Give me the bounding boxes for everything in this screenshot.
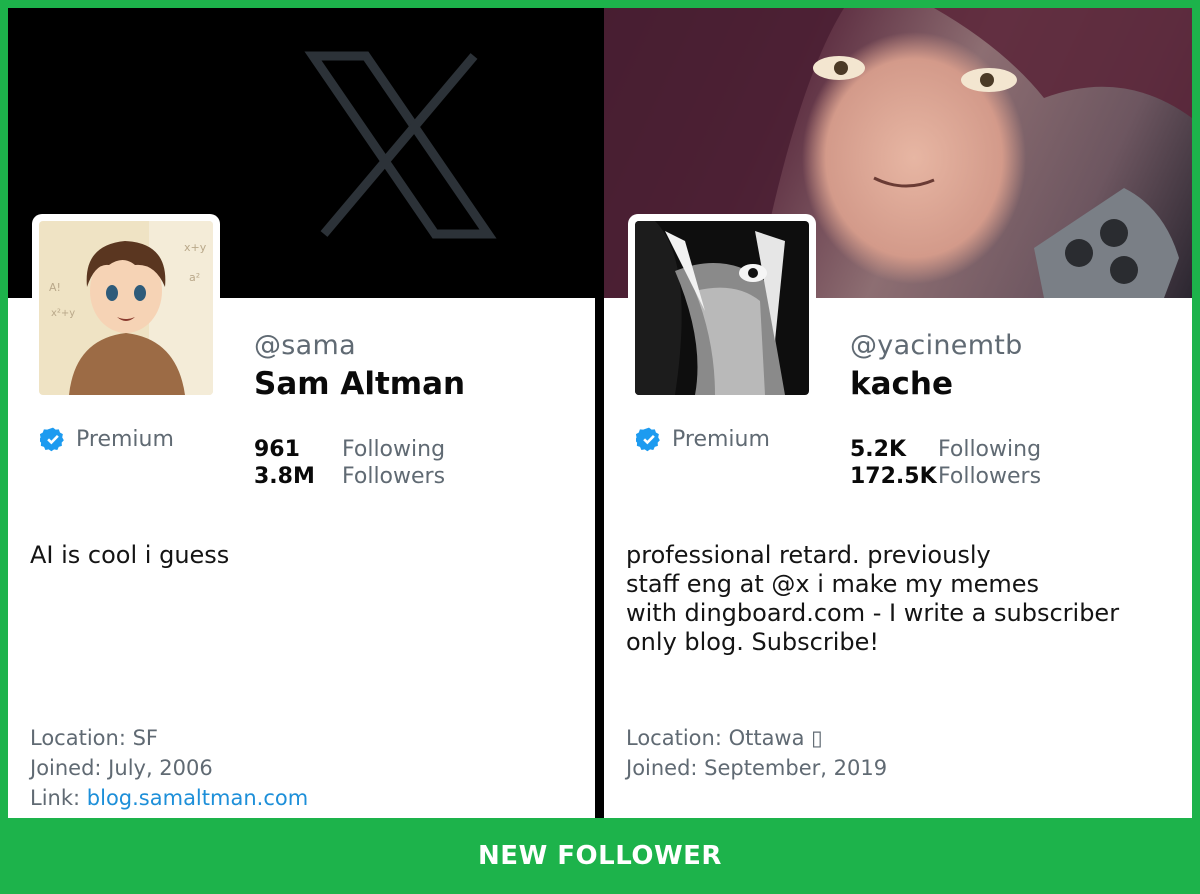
svg-text:x²+y: x²+y xyxy=(51,308,75,319)
following-label: Following xyxy=(938,437,1042,462)
bio-line: only blog. Subscribe! xyxy=(626,628,880,656)
profile-stats: 961 Following 3.8M Followers xyxy=(254,436,445,490)
following-label: Following xyxy=(342,437,446,462)
bio-line: staff eng at @x i make my memes xyxy=(626,570,1040,598)
profile-stats: 5.2K Following 172.5K Followers xyxy=(850,436,1041,490)
verified-badge-icon xyxy=(40,427,64,452)
followers-stat[interactable]: 3.8M Followers xyxy=(254,463,445,490)
svg-text:a²: a² xyxy=(189,271,200,284)
profile-meta: Location: Ottawa ▯ Joined: September, 20… xyxy=(626,723,887,783)
new-follower-banner: NEW FOLLOWER xyxy=(478,841,722,871)
avatar-image: x+y a² A! x²+y xyxy=(39,221,213,395)
followers-label: Followers xyxy=(938,464,1042,489)
followers-count: 172.5K xyxy=(850,464,937,489)
profile-location: Location: SF xyxy=(30,726,158,750)
following-stat[interactable]: 961 Following xyxy=(254,436,445,463)
following-stat[interactable]: 5.2K Following xyxy=(850,436,1041,463)
avatar-image xyxy=(635,221,809,395)
profile-link-row: Link: blog.samaltman.com xyxy=(30,783,308,813)
svg-text:x+y: x+y xyxy=(184,241,207,254)
premium-label: Premium xyxy=(672,426,770,452)
profile-bio: AI is cool i guess xyxy=(30,541,230,569)
avatar[interactable] xyxy=(628,214,816,402)
bio-line: professional retard. previously xyxy=(626,541,991,569)
premium-label: Premium xyxy=(76,426,174,452)
profile-display-name: Sam Altman xyxy=(254,366,466,402)
followers-label: Followers xyxy=(342,464,446,489)
profile-handle: @sama xyxy=(254,330,356,361)
card-divider xyxy=(595,8,604,818)
profile-joined: Joined: July, 2006 xyxy=(30,756,213,780)
svg-text:A!: A! xyxy=(49,281,61,294)
premium-indicator: Premium xyxy=(636,426,770,452)
profile-handle: @yacinemtb xyxy=(850,330,1023,361)
followers-count: 3.8M xyxy=(254,464,315,489)
bio-line: with dingboard.com - I write a subscribe… xyxy=(626,599,1120,627)
profile-card-sama: x+y a² A! x²+y @sama Sam Altman Premium … xyxy=(8,8,595,818)
following-count: 5.2K xyxy=(850,437,907,462)
profile-location: Location: Ottawa ▯ xyxy=(626,726,823,750)
profile-meta: Location: SF Joined: July, 2006 Link: bl… xyxy=(30,723,308,813)
profile-display-name: kache xyxy=(850,366,954,402)
profile-card-yacinemtb: @yacinemtb kache Premium 5.2K Following … xyxy=(604,8,1192,818)
profile-bio: professional retard. previously staff en… xyxy=(626,541,1166,657)
premium-indicator: Premium xyxy=(40,426,174,452)
following-count: 961 xyxy=(254,437,300,462)
profile-link-label: Link: xyxy=(30,786,81,810)
profile-link[interactable]: blog.samaltman.com xyxy=(87,786,308,810)
followers-stat[interactable]: 172.5K Followers xyxy=(850,463,1041,490)
profile-joined: Joined: September, 2019 xyxy=(626,756,888,780)
avatar[interactable]: x+y a² A! x²+y xyxy=(32,214,220,402)
verified-badge-icon xyxy=(636,427,660,452)
